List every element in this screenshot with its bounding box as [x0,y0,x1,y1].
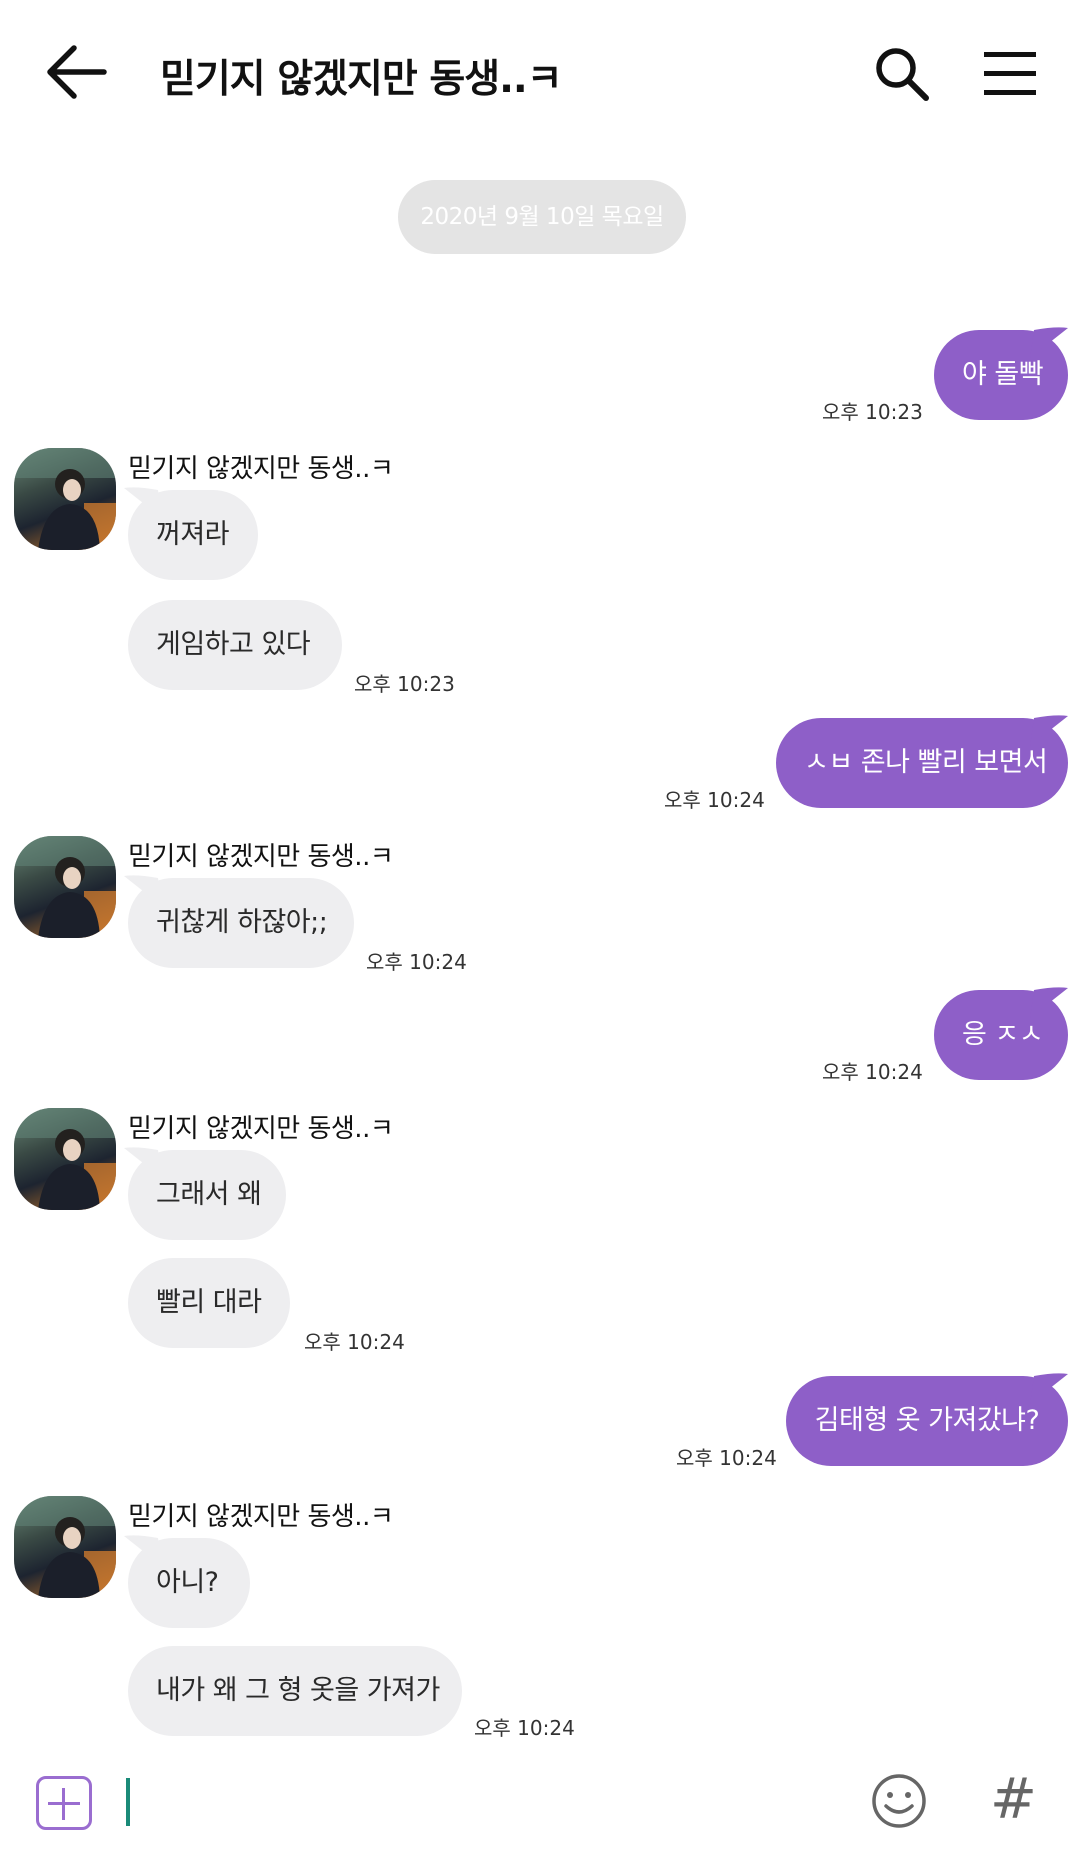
bubble-tail [124,1147,162,1178]
hamburger-menu-icon [984,52,1036,95]
bubble-tail [1030,715,1068,746]
chat-header: 믿기지 않겠지만 동생..ㅋ [0,0,1080,150]
search-button[interactable] [872,44,932,104]
emoji-button[interactable] [870,1772,928,1830]
incoming-message[interactable]: 내가 왜 그 형 옷을 가져가 [128,1646,462,1736]
message-time: 오후 10:24 [366,950,467,974]
outgoing-message[interactable]: 김태형 옷 가져갔냐? [786,1376,1068,1466]
chat-title: 믿기지 않겠지만 동생..ㅋ [160,57,563,102]
arrow-left-icon [47,45,107,99]
menu-button[interactable] [980,46,1040,102]
date-divider: 2020년 9월 10일 목요일 [398,180,686,254]
outgoing-message[interactable]: ㅅㅂ 존나 빨리 보면서 [776,718,1068,808]
text-caret [126,1778,130,1826]
sender-name: 믿기지 않겠지만 동생..ㅋ [128,842,394,872]
message-time: 오후 10:23 [354,672,455,696]
hashtag-button[interactable]: # [990,1770,1037,1830]
plus-box-icon[interactable] [36,1776,92,1830]
profile-photo-icon [14,1496,116,1598]
message-time: 오후 10:24 [664,788,765,812]
message-time: 오후 10:23 [822,400,923,424]
avatar[interactable] [14,1496,116,1598]
bubble-tail [1030,1373,1068,1404]
avatar[interactable] [14,448,116,550]
sender-name: 믿기지 않겠지만 동생..ㅋ [128,454,394,484]
incoming-message[interactable]: 빨리 대라 [128,1258,290,1348]
incoming-message[interactable]: 게임하고 있다 [128,600,342,690]
message-time: 오후 10:24 [822,1060,923,1084]
sender-name: 믿기지 않겠지만 동생..ㅋ [128,1114,394,1144]
back-button[interactable] [44,40,108,104]
search-icon [876,48,929,101]
smiley-icon [872,1774,926,1828]
avatar[interactable] [14,1108,116,1210]
bubble-tail [124,1535,162,1566]
bubble-tail [124,487,162,518]
chat-screen: 믿기지 않겠지만 동생..ㅋ 2020년 9월 10일 목요일 야 돌빡 오후 … [0,0,1080,1857]
profile-photo-icon [14,836,116,938]
message-time: 오후 10:24 [304,1330,405,1354]
message-time: 오후 10:24 [676,1446,777,1470]
message-input[interactable] [124,1776,824,1830]
bubble-tail [124,875,162,906]
sender-name: 믿기지 않겠지만 동생..ㅋ [128,1502,394,1532]
bubble-tail [1030,327,1068,358]
bubble-tail [1030,987,1068,1018]
profile-photo-icon [14,1108,116,1210]
avatar[interactable] [14,836,116,938]
profile-photo-icon [14,448,116,550]
message-time: 오후 10:24 [474,1716,575,1740]
